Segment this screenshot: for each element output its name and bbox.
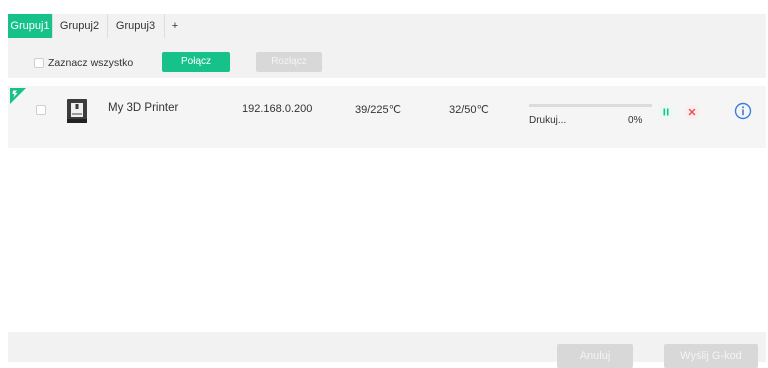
toolbar: Zaznacz wszystko Połącz Rozłącz	[8, 38, 766, 78]
select-all-checkbox[interactable]	[34, 58, 44, 68]
printer-name: My 3D Printer	[108, 102, 179, 114]
bed-temperature: 32/50℃	[449, 104, 489, 116]
printer-list: My 3D Printer 192.168.0.200 39/225℃ 32/5…	[8, 78, 766, 332]
tab-grupuj1[interactable]: Grupuj1	[8, 14, 53, 38]
cancel-button[interactable]: Anuluj	[557, 344, 633, 368]
tab-grupuj2[interactable]: Grupuj2	[52, 14, 108, 38]
printer-row[interactable]: My 3D Printer 192.168.0.200 39/225℃ 32/5…	[8, 86, 766, 148]
corner-flag-icon	[10, 88, 26, 104]
info-icon[interactable]	[734, 102, 752, 120]
tab-grupuj3[interactable]: Grupuj3	[107, 14, 165, 38]
add-group-tab[interactable]: +	[164, 14, 186, 38]
pause-icon[interactable]	[658, 104, 674, 120]
group-tabs: Grupuj1 Grupuj2 Grupuj3 +	[8, 14, 766, 38]
print-progress-text: 0%	[628, 115, 643, 126]
printer-row-checkbox[interactable]	[36, 105, 46, 115]
3d-printer-icon	[67, 99, 87, 123]
printer-ip: 192.168.0.200	[242, 103, 313, 115]
print-status: Drukuj...	[529, 115, 567, 126]
footer: Anuluj Wyślij G-kod	[8, 332, 766, 368]
close-icon[interactable]	[684, 104, 700, 120]
nozzle-temperature: 39/225℃	[355, 104, 401, 116]
print-progress-bar	[529, 104, 652, 107]
select-all-label: Zaznacz wszystko	[48, 57, 134, 69]
send-gcode-button[interactable]: Wyślij G-kod	[664, 344, 758, 368]
connect-button[interactable]: Połącz	[162, 52, 230, 72]
disconnect-button[interactable]: Rozłącz	[256, 52, 322, 72]
